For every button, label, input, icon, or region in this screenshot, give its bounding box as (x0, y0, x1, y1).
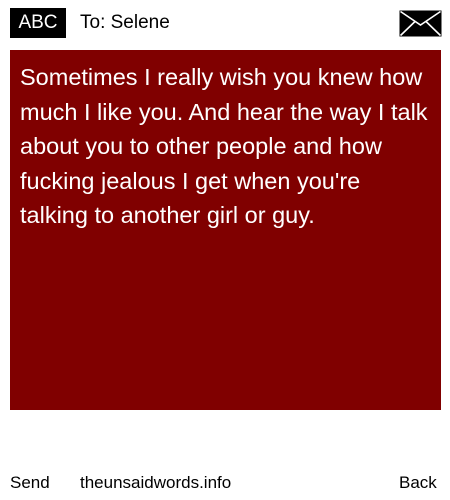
envelope-icon (399, 10, 442, 37)
message-text: Sometimes I really wish you knew how muc… (20, 64, 428, 228)
message-box[interactable]: Sometimes I really wish you knew how muc… (10, 50, 441, 410)
header-bar: ABC To: Selene (0, 0, 450, 46)
back-button[interactable]: Back (399, 472, 437, 494)
input-mode-badge[interactable]: ABC (10, 8, 66, 38)
send-button[interactable]: Send (10, 472, 50, 494)
site-link[interactable]: theunsaidwords.info (80, 472, 231, 494)
recipient-label: To: Selene (80, 12, 170, 33)
